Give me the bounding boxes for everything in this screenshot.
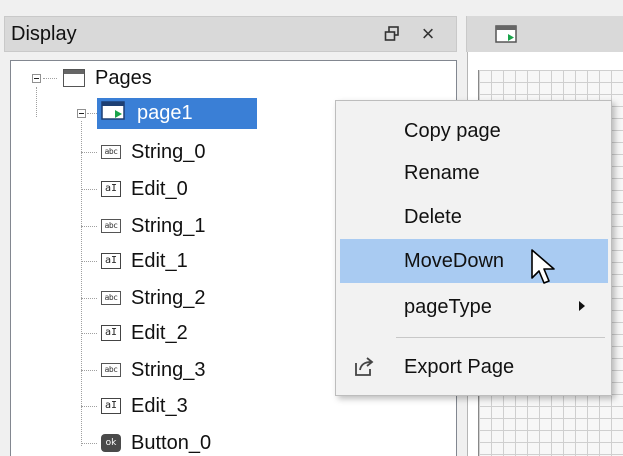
- edit-widget-icon: aI: [101, 325, 121, 341]
- string-widget-icon: abc: [101, 219, 121, 233]
- menu-item-rename[interactable]: Rename: [336, 151, 611, 195]
- tree-node-string-2[interactable]: abc String_2: [101, 281, 206, 315]
- context-menu: Copy page Rename Delete MoveDown pageTyp…: [335, 100, 612, 396]
- pages-icon: [63, 69, 85, 87]
- button-widget-icon: ok: [101, 434, 121, 452]
- submenu-arrow-icon: [579, 301, 585, 311]
- edit-widget-icon: aI: [101, 181, 121, 197]
- page-tab-icon[interactable]: [495, 25, 519, 50]
- tree-node-edit-1[interactable]: aI Edit_1: [101, 244, 188, 278]
- tree-node-pages[interactable]: Pages: [63, 61, 152, 95]
- menu-item-copy-page[interactable]: Copy page: [336, 109, 611, 153]
- tree-node-string-0[interactable]: abc String_0: [101, 135, 206, 169]
- menu-item-export-page[interactable]: Export Page: [336, 345, 611, 389]
- string-widget-icon: abc: [101, 145, 121, 159]
- tree-node-edit-3[interactable]: aI Edit_3: [101, 389, 188, 423]
- menu-item-pagetype[interactable]: pageType: [336, 285, 611, 329]
- menu-separator: [396, 337, 605, 338]
- close-icon[interactable]: ×: [417, 23, 439, 45]
- tree-node-edit-2[interactable]: aI Edit_2: [101, 316, 188, 350]
- tree-node-string-1[interactable]: abc String_1: [101, 209, 206, 243]
- export-icon: [352, 355, 376, 384]
- float-window-icon[interactable]: [381, 23, 403, 45]
- string-widget-icon: abc: [101, 363, 121, 377]
- tree-node-string-3[interactable]: abc String_3: [101, 353, 206, 387]
- collapse-pages-toggle[interactable]: [32, 74, 41, 83]
- collapse-page1-toggle[interactable]: [77, 109, 86, 118]
- edit-widget-icon: aI: [101, 253, 121, 269]
- menu-item-movedown[interactable]: MoveDown: [340, 239, 608, 283]
- string-widget-icon: abc: [101, 291, 121, 305]
- edit-widget-icon: aI: [101, 398, 121, 414]
- menu-item-delete[interactable]: Delete: [336, 195, 611, 239]
- panel-header: Display ×: [4, 16, 457, 52]
- tree-node-edit-0[interactable]: aI Edit_0: [101, 172, 188, 206]
- tree-node-button-0[interactable]: ok Button_0: [101, 426, 211, 456]
- page-icon: [101, 100, 127, 126]
- mouse-cursor-icon: [530, 248, 558, 293]
- editor-tab-bar: [466, 16, 623, 52]
- panel-title: Display: [11, 23, 77, 45]
- tree-node-page1-selected[interactable]: page1: [97, 98, 257, 129]
